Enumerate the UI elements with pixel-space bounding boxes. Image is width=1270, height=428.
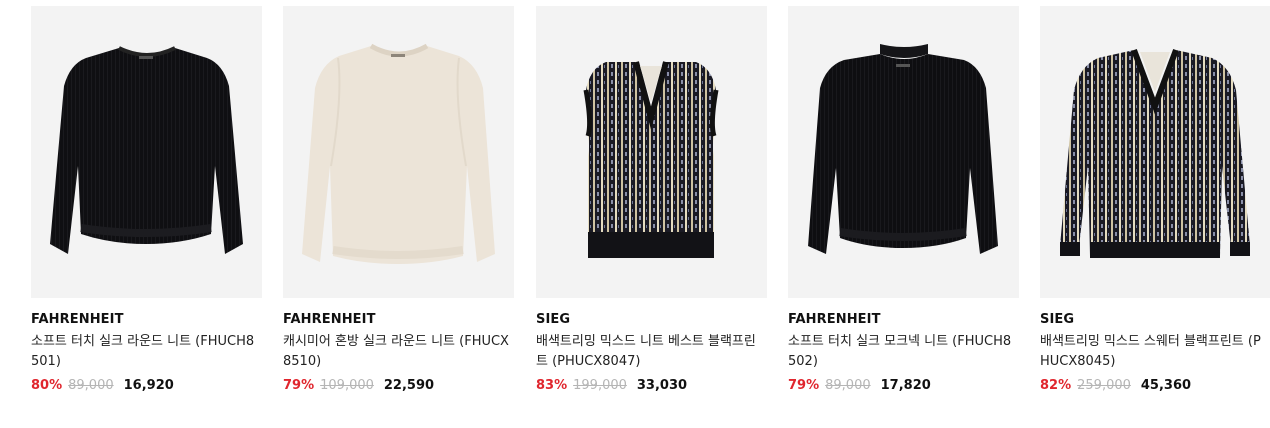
price-row: 79% 89,000 17,820 (788, 378, 1019, 396)
product-brand[interactable]: SIEG (1040, 311, 1270, 329)
sale-price: 17,820 (880, 378, 931, 393)
product-card[interactable]: FAHRENHEIT 소프트 터치 실크 라운드 니트 (FHUCH8501) … (31, 6, 262, 396)
original-price: 259,000 (1077, 378, 1131, 393)
price-row: 79% 109,000 22,590 (283, 378, 514, 396)
sale-price: 45,360 (1140, 378, 1192, 393)
discount-rate: 79% (283, 378, 315, 393)
product-image-black-mockneck-sweater[interactable] (788, 6, 1019, 298)
product-name[interactable]: 소프트 터치 실크 라운드 니트 (FHUCH8501) (31, 332, 257, 372)
product-card[interactable]: SIEG 배색트리밍 믹스드 스웨터 블랙프린트 (PHUCX8045) 82%… (1040, 6, 1270, 396)
price-row: 82% 259,000 45,360 (1040, 378, 1270, 396)
discount-rate: 80% (31, 378, 63, 393)
product-brand[interactable]: FAHRENHEIT (31, 311, 262, 329)
original-price: 89,000 (825, 378, 871, 393)
product-grid: FAHRENHEIT 소프트 터치 실크 라운드 니트 (FHUCH8501) … (0, 0, 1270, 428)
product-brand[interactable]: FAHRENHEIT (788, 311, 1019, 329)
product-image-patterned-knit-vest[interactable] (536, 6, 767, 298)
discount-rate: 83% (536, 378, 568, 393)
product-image-patterned-vneck-sweater[interactable] (1040, 6, 1270, 298)
sale-price: 16,920 (123, 378, 174, 393)
product-name[interactable]: 소프트 터치 실크 모크넥 니트 (FHUCH8502) (788, 332, 1014, 372)
product-name[interactable]: 캐시미어 혼방 실크 라운드 니트 (FHUCX8510) (283, 332, 509, 372)
product-card[interactable]: FAHRENHEIT 캐시미어 혼방 실크 라운드 니트 (FHUCX8510)… (283, 6, 514, 396)
price-row: 80% 89,000 16,920 (31, 378, 262, 396)
product-brand[interactable]: FAHRENHEIT (283, 311, 514, 329)
original-price: 109,000 (320, 378, 374, 393)
product-brand[interactable]: SIEG (536, 311, 767, 329)
original-price: 199,000 (573, 378, 627, 393)
product-name[interactable]: 배색트리밍 믹스드 스웨터 블랙프린트 (PHUCX8045) (1040, 332, 1266, 372)
sale-price: 22,590 (383, 378, 435, 393)
sale-price: 33,030 (636, 378, 688, 393)
price-row: 83% 199,000 33,030 (536, 378, 767, 396)
discount-rate: 82% (1040, 378, 1072, 393)
product-name[interactable]: 배색트리밍 믹스드 니트 베스트 블랙프린트 (PHUCX8047) (536, 332, 762, 372)
original-price: 89,000 (68, 378, 114, 393)
product-image-black-crewneck-sweater[interactable] (31, 6, 262, 298)
product-card[interactable]: FAHRENHEIT 소프트 터치 실크 모크넥 니트 (FHUCH8502) … (788, 6, 1019, 396)
discount-rate: 79% (788, 378, 820, 393)
product-card[interactable]: SIEG 배색트리밍 믹스드 니트 베스트 블랙프린트 (PHUCX8047) … (536, 6, 767, 396)
product-image-ivory-crewneck-sweater[interactable] (283, 6, 514, 298)
